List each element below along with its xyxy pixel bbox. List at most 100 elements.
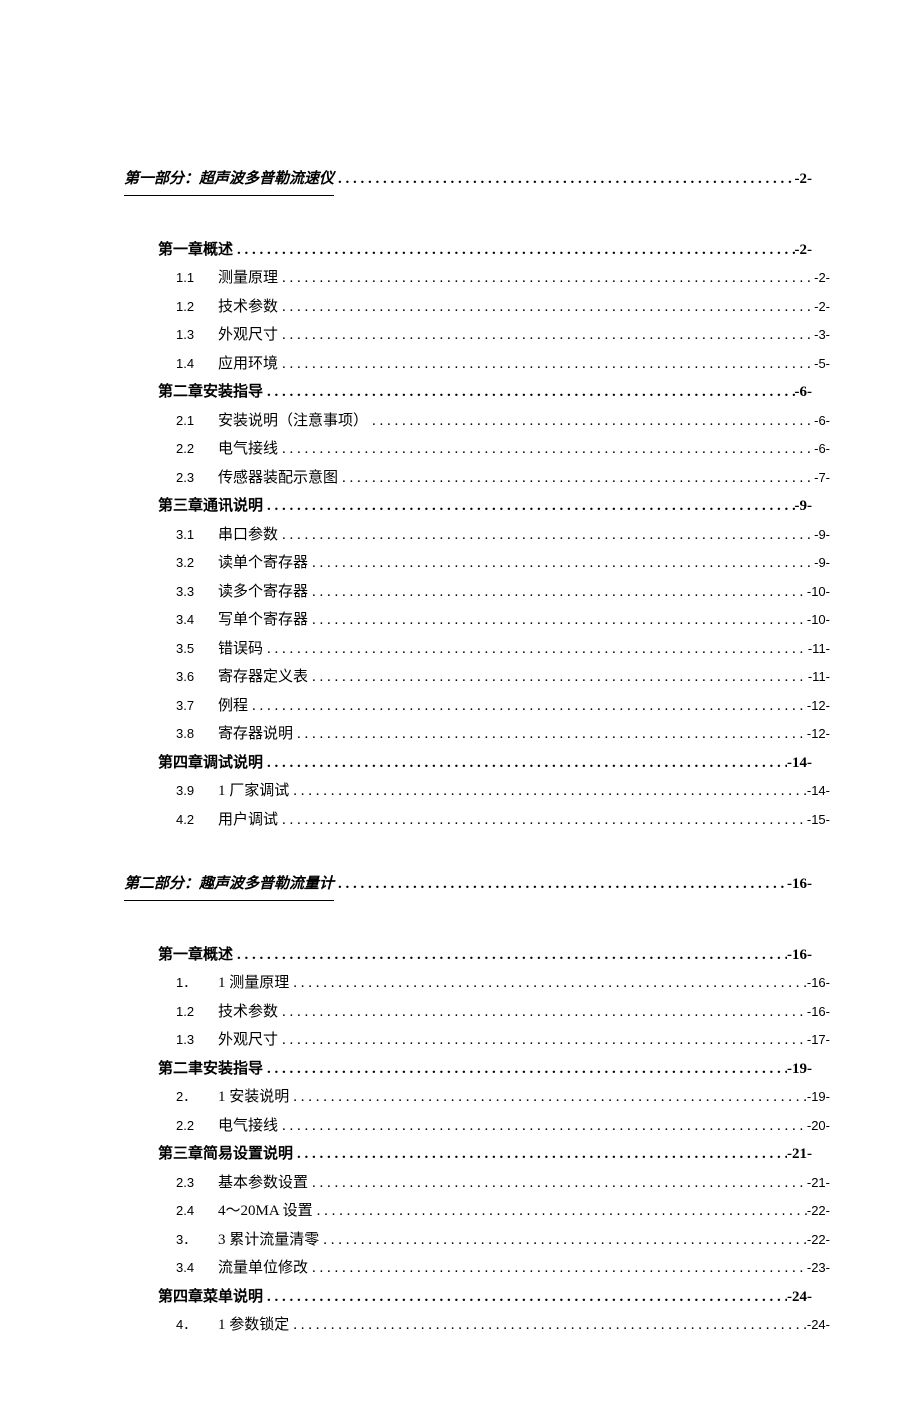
toc-entry-page: -6-: [814, 437, 830, 462]
part1-title: 第一部分：超声波多普勒流速仪: [124, 165, 334, 196]
toc-sub-row: 2.44〜20MA 设置-22-: [158, 1197, 830, 1226]
toc-entry-label: 技术参数: [218, 293, 278, 322]
part2-heading: 第二部分：趣声波多普勒流量计 -16-: [124, 870, 812, 901]
toc-sub-row: 3.4流量单位修改-23-: [158, 1254, 830, 1283]
toc-sub-row: 2.2电气接线-20-: [158, 1112, 830, 1141]
toc-chapter-row: 第一章概述 -2-: [158, 236, 812, 265]
toc-entry-number: 1．: [176, 971, 218, 996]
toc-entry-label: 1 厂家调试: [218, 777, 289, 806]
toc-entry-number: 1.4: [176, 352, 218, 377]
leader-dots: [289, 1083, 807, 1112]
toc-entry-page: -10-: [807, 580, 830, 605]
leader-dots: [308, 1254, 807, 1283]
toc-entry-number: 1.2: [176, 1000, 218, 1025]
toc-entry-label: 安装说明（注意事项）: [218, 407, 368, 436]
toc-sub-row: 1.4应用环境 -5-: [158, 350, 830, 379]
toc-page: 第一部分：超声波多普勒流速仪 -2- 第一章概述-2-1.1测量原理-2-1.2…: [0, 0, 920, 1420]
toc-entry-page: -16-: [807, 971, 830, 996]
toc-entry-page: -9-: [814, 551, 830, 576]
toc-sub-row: 1.2技术参数 -16-: [158, 998, 830, 1027]
toc-entry-label: 寄存器说明: [218, 720, 293, 749]
toc-entry-label: 电气接线: [218, 435, 278, 464]
toc-chapter-row: 第三章简易设置说明-21-: [158, 1140, 812, 1169]
leader-dots: [278, 264, 814, 293]
toc-sub-row: 4．1 参数锁定-24-: [158, 1311, 830, 1340]
leader-dots: [278, 998, 807, 1027]
toc-entry-label: 第一章概述: [158, 941, 233, 970]
toc-entry-number: 2.3: [176, 1171, 218, 1196]
toc-sub-row: 2.1安装说明（注意事项）-6-: [158, 407, 830, 436]
leader-dots: [308, 549, 814, 578]
toc-entry-number: 2.4: [176, 1199, 218, 1224]
toc-entry-label: 流量单位修改: [218, 1254, 308, 1283]
toc-entry-page: -17-: [807, 1028, 830, 1053]
toc-entry-number: 3.5: [176, 637, 218, 662]
toc-entry-number: 1.1: [176, 266, 218, 291]
part2-page: -16-: [787, 870, 812, 899]
toc-entry-label: 外观尺寸: [218, 1026, 278, 1055]
toc-entry-page: -12-: [807, 694, 830, 719]
toc-entry-label: 电气接线: [218, 1112, 278, 1141]
toc-entry-page: -16-: [807, 1000, 830, 1025]
toc-entry-number: 3.3: [176, 580, 218, 605]
leader-dots: [308, 1169, 807, 1198]
toc-entry-page: -11-: [808, 665, 830, 690]
toc-sub-row: 3.91 厂家调试-14-: [158, 777, 830, 806]
leader-dots: [289, 777, 807, 806]
toc-entry-number: 3.4: [176, 1256, 218, 1281]
leader-dots: [263, 378, 794, 407]
toc-entry-label: 第四章调试说明: [158, 749, 263, 778]
toc-entry-label: 第二聿安装指导: [158, 1055, 263, 1084]
leader-dots: [248, 692, 807, 721]
toc-entry-label: 技术参数: [218, 998, 278, 1027]
toc-sub-row: 2.2电气接线 -6-: [158, 435, 830, 464]
toc-entry-page: -6-: [814, 409, 830, 434]
toc-entry-label: 写单个寄存器: [218, 606, 308, 635]
toc-sub-row: 1.3外观尺寸-17-: [158, 1026, 830, 1055]
toc-entry-label: 应用环境: [218, 350, 278, 379]
toc-entry-label: 基本参数设置: [218, 1169, 308, 1198]
toc-entry-number: 3.4: [176, 608, 218, 633]
toc-entry-label: 例程: [218, 692, 248, 721]
toc-entry-number: 3.7: [176, 694, 218, 719]
toc-sub-row: 2.3基本参数设置-21-: [158, 1169, 830, 1198]
part2-title: 第二部分：趣声波多普勒流量计: [124, 870, 334, 901]
leader-dots: [334, 870, 787, 899]
toc-sub-row: 1.2技术参数-2-: [158, 293, 830, 322]
toc-entry-page: -2-: [814, 266, 830, 291]
leader-dots: [289, 1311, 807, 1340]
toc-entry-number: 3.6: [176, 665, 218, 690]
toc-entry-number: 1.2: [176, 295, 218, 320]
toc-sub-row: 1．1 测量原理-16-: [158, 969, 830, 998]
leader-dots: [338, 464, 814, 493]
toc-entry-label: 用户调试: [218, 806, 278, 835]
part2-entries: 第一章概述-16-1．1 测量原理-16-1.2技术参数-16-1.3外观尺寸-…: [124, 941, 812, 1340]
toc-entry-number: 2.3: [176, 466, 218, 491]
toc-chapter-row: 第三章通讯说明-9-: [158, 492, 812, 521]
toc-entry-page: -12-: [807, 722, 830, 747]
toc-entry-label: 第四章菜单说明: [158, 1283, 263, 1312]
toc-entry-label: 第二章安装指导: [158, 378, 263, 407]
toc-entry-page: -5-: [814, 352, 830, 377]
toc-entry-label: 3 累计流量清零: [218, 1226, 319, 1255]
leader-dots: [233, 941, 787, 970]
leader-dots: [263, 492, 794, 521]
toc-entry-number: 2.2: [176, 437, 218, 462]
toc-chapter-row: 第四章调试说明-14-: [158, 749, 812, 778]
leader-dots: [308, 606, 807, 635]
toc-entry-number: 4．: [176, 1313, 218, 1338]
toc-entry-number: 3.2: [176, 551, 218, 576]
toc-entry-page: -16-: [787, 941, 812, 970]
toc-sub-row: 2.3传感器装配示意图-7-: [158, 464, 830, 493]
toc-entry-page: -15-: [807, 808, 830, 833]
toc-entry-page: -9-: [814, 523, 830, 548]
toc-entry-number: 2．: [176, 1085, 218, 1110]
leader-dots: [263, 635, 808, 664]
toc-entry-page: -21-: [787, 1140, 812, 1169]
toc-entry-page: -2-: [795, 236, 813, 265]
toc-chapter-row: 第一章概述 -16-: [158, 941, 812, 970]
toc-entry-page: -20-: [807, 1114, 830, 1139]
leader-dots: [278, 321, 814, 350]
toc-entry-page: -14-: [807, 779, 830, 804]
toc-entry-label: 第一章概述: [158, 236, 233, 265]
